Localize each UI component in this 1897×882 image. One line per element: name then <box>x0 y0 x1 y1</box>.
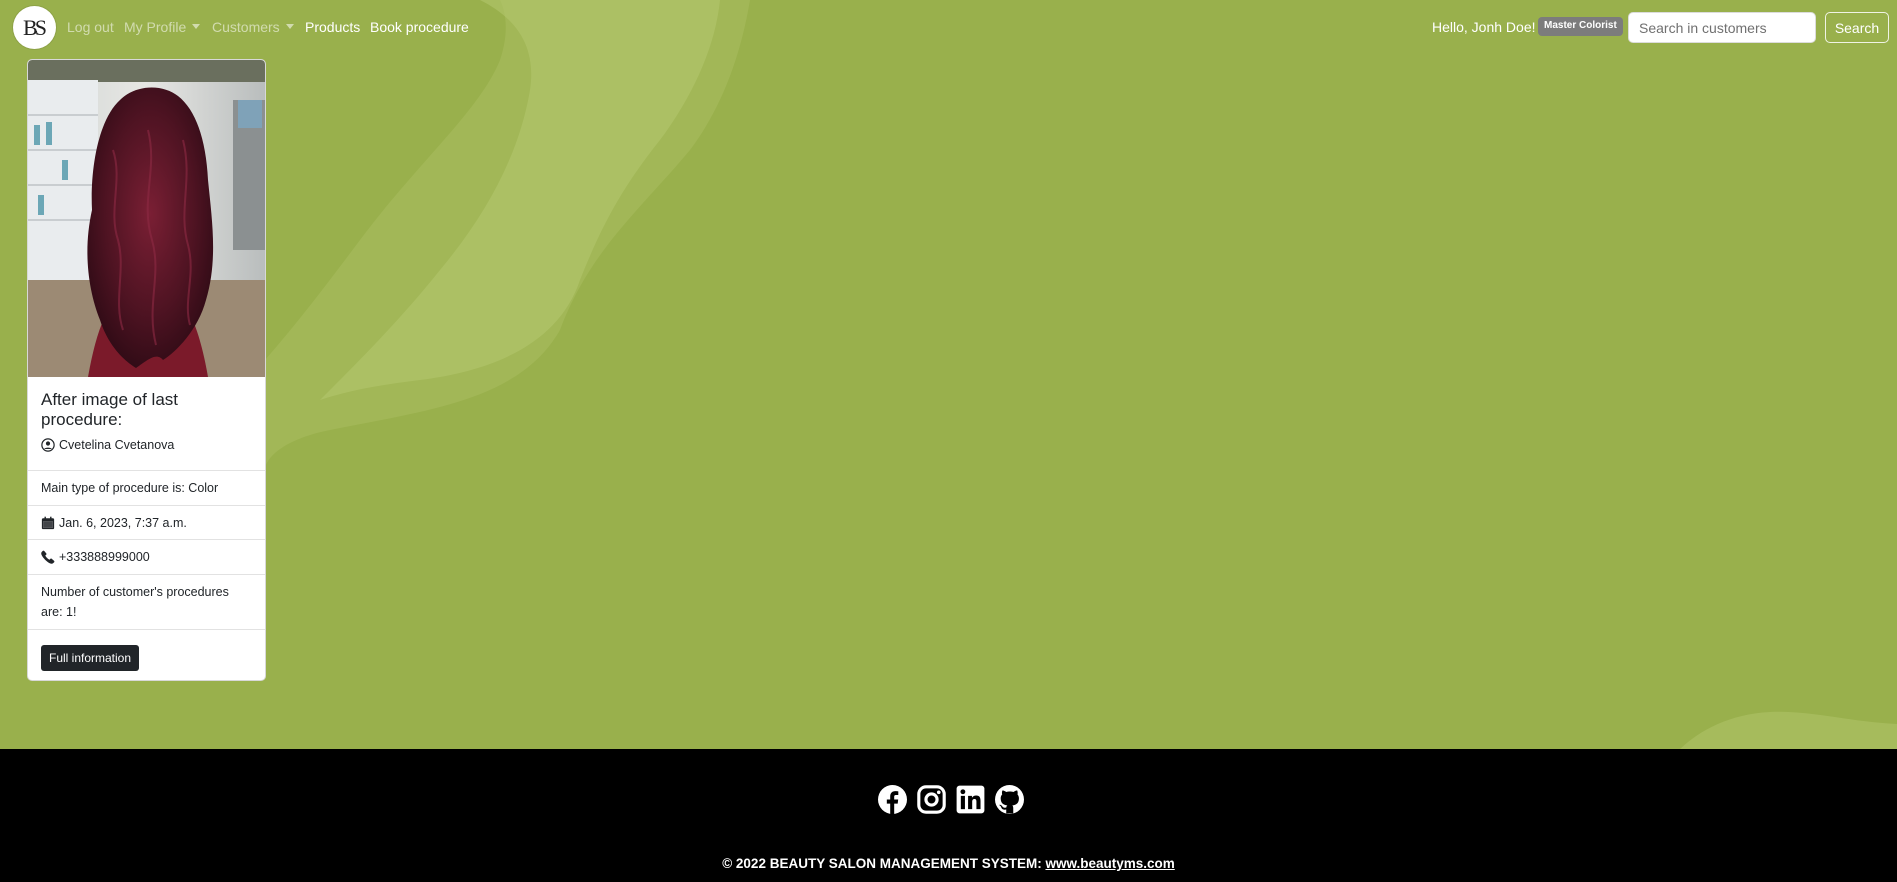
procedure-type-text: Main type of procedure is: Color <box>41 481 219 495</box>
phone-icon <box>41 550 55 564</box>
greeting: Hello, Jonh Doe! <box>1432 19 1536 35</box>
procedures-count-item: Number of customer's procedures are: 1! <box>28 575 265 630</box>
phone-item: +333888999000 <box>28 540 265 575</box>
github-icon[interactable] <box>995 785 1024 814</box>
customer-name-row: Cvetelina Cvetanova <box>41 438 252 452</box>
procedure-after-image <box>28 60 265 377</box>
website-link[interactable]: www.beautyms.com <box>1045 856 1174 871</box>
nav-book-procedure[interactable]: Book procedure <box>370 19 469 35</box>
instagram-icon[interactable] <box>917 785 946 814</box>
facebook-icon[interactable] <box>878 785 907 814</box>
logo[interactable]: BS <box>13 6 56 49</box>
role-badge: Master Colorist <box>1538 17 1623 36</box>
navbar: BS Log out My Profile Customers Products… <box>0 0 1897 54</box>
card-body: After image of last procedure: Cvetelina… <box>28 377 265 471</box>
date-item: Jan. 6, 2023, 7:37 a.m. <box>28 506 265 540</box>
copyright: © 2022 BEAUTY SALON MANAGEMENT SYSTEM: w… <box>0 856 1897 871</box>
procedure-type-item: Main type of procedure is: Color <box>28 471 265 506</box>
procedure-date: Jan. 6, 2023, 7:37 a.m. <box>59 515 187 530</box>
nav-logout[interactable]: Log out <box>67 19 114 35</box>
nav-customers[interactable]: Customers <box>212 19 294 35</box>
full-information-button[interactable]: Full information <box>41 645 140 671</box>
customer-phone: +333888999000 <box>59 550 150 564</box>
social-links <box>878 785 1024 814</box>
card-title: After image of last procedure: <box>41 390 179 429</box>
calendar-icon <box>41 516 55 530</box>
procedures-count-text: Number of customer's procedures are: 1! <box>41 585 229 619</box>
user-circle-icon <box>41 438 55 452</box>
search-button[interactable]: Search <box>1825 12 1889 43</box>
nav-my-profile-label: My Profile <box>124 19 187 35</box>
chevron-down-icon <box>285 24 294 29</box>
nav-my-profile[interactable]: My Profile <box>124 19 201 35</box>
customer-name: Cvetelina Cvetanova <box>59 438 175 452</box>
nav-products[interactable]: Products <box>305 19 360 35</box>
nav-customers-label: Customers <box>212 19 280 35</box>
footer: © 2022 BEAUTY SALON MANAGEMENT SYSTEM: w… <box>0 749 1897 882</box>
search-input[interactable] <box>1628 12 1816 43</box>
background-swirl <box>265 0 1897 750</box>
linkedin-icon[interactable] <box>956 785 985 814</box>
copyright-text: © 2022 BEAUTY SALON MANAGEMENT SYSTEM: <box>722 856 1042 871</box>
chevron-down-icon <box>192 24 201 29</box>
customer-card: After image of last procedure: Cvetelina… <box>27 59 266 681</box>
card-footer: Full information <box>28 630 265 680</box>
